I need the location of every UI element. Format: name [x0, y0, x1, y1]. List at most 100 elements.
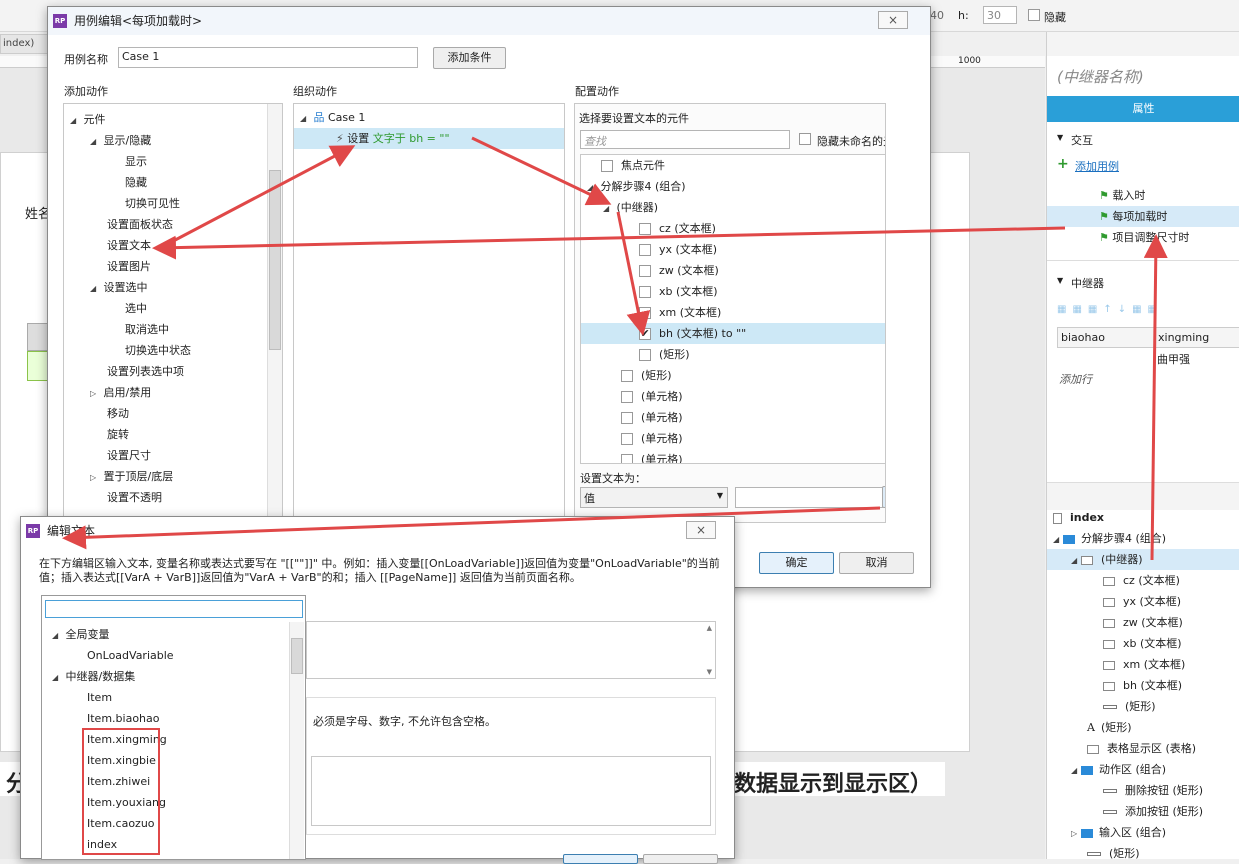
plus-icon[interactable]: + [1057, 156, 1069, 172]
case-editor-titlebar[interactable]: RP 用例编辑<每项加载时> [48, 7, 930, 35]
text-edit-area[interactable]: ▲ ▼ [306, 621, 716, 679]
widget-row[interactable]: (单元格) [621, 449, 683, 463]
action-node[interactable]: ⚡ 设置 文字于 bh = "" [294, 128, 564, 149]
outline-item[interactable]: A (矩形) [1047, 717, 1239, 738]
collapse-icon[interactable]: ▼ [1057, 133, 1063, 142]
widget-row[interactable]: cz (文本框) [639, 218, 716, 239]
tree-node[interactable]: 取消选中 [125, 319, 169, 340]
tree-node[interactable]: 设置不透明 [107, 487, 162, 508]
variable-node[interactable]: OnLoadVariable [87, 645, 174, 666]
edit-text-titlebar[interactable]: RP 编辑文本 [21, 517, 734, 545]
outline-item[interactable]: 表格显示区 (表格) [1047, 738, 1239, 759]
variable-node[interactable]: ◢ 全局变量 [52, 624, 110, 645]
tree-node[interactable]: 切换可见性 [125, 193, 180, 214]
ok-button[interactable] [563, 854, 638, 864]
case-name-input[interactable]: Case 1 [118, 47, 418, 68]
widget-row[interactable]: (单元格) [621, 386, 683, 407]
tree-node[interactable]: 设置尺寸 [107, 445, 151, 466]
col-biaohao[interactable]: biaohao [1061, 331, 1105, 344]
cancel-button[interactable] [643, 854, 718, 864]
tree-node[interactable]: 选中 [125, 298, 147, 319]
scroll-thumb[interactable] [269, 170, 281, 350]
variable-node[interactable]: ◢ 中继器/数据集 [52, 666, 135, 687]
case-node[interactable]: ◢ 品 Case 1 [300, 107, 365, 128]
widget-row[interactable]: (矩形) [639, 344, 690, 365]
set-text-type-select[interactable]: 值 ▼ [580, 487, 728, 508]
tree-node[interactable]: ◢ 设置选中 [90, 277, 148, 298]
add-row[interactable]: 添加行 [1059, 371, 1092, 387]
hide-checkbox[interactable] [1028, 9, 1040, 21]
outline-item[interactable]: yx (文本框) [1047, 591, 1239, 612]
outline-item[interactable]: ◢ 分解步骤4 (组合) [1047, 528, 1239, 549]
add-condition-button[interactable]: 添加条件 [433, 47, 506, 69]
variable-node[interactable]: Item [87, 687, 112, 708]
tree-node[interactable]: 移动 [107, 403, 129, 424]
widget-search-input[interactable]: 查找 [580, 130, 790, 149]
tree-node[interactable]: 设置图片 [107, 256, 151, 277]
tree-node[interactable]: ◢ 元件 [70, 109, 106, 130]
checkbox [639, 244, 651, 256]
document-tab[interactable]: index) [0, 34, 48, 54]
tree-node[interactable]: 旋转 [107, 424, 129, 445]
widget-row[interactable]: xm (文本框) [639, 302, 721, 323]
tree-node[interactable]: 隐藏 [125, 172, 147, 193]
set-text-value-input[interactable] [735, 487, 883, 508]
variable-list[interactable] [311, 756, 711, 826]
outline-item[interactable]: ▷ 输入区 (组合) [1047, 822, 1239, 843]
tree-node[interactable]: 显示 [125, 151, 147, 172]
widget-row[interactable]: ◢ 分解步骤4 (组合) [587, 176, 686, 197]
dataset-toolbar[interactable]: ▦▦▦↑↓▦▦ [1057, 304, 1237, 318]
event-onload[interactable]: ⚑ 载入时 [1047, 185, 1239, 206]
widget-row[interactable]: (矩形) [621, 365, 672, 386]
tree-node[interactable]: ▷ 启用/禁用 [90, 382, 151, 403]
outline-item[interactable]: (矩形) [1047, 843, 1239, 864]
outline-item[interactable]: 删除按钮 (矩形) [1047, 780, 1239, 801]
scroll-thumb[interactable] [291, 638, 303, 674]
variable-node[interactable]: Item.biaohao [87, 708, 160, 729]
add-case-link[interactable]: 添加用例 [1075, 158, 1119, 174]
repeater-name[interactable]: (中继器名称) [1057, 66, 1144, 87]
height-input[interactable]: 30 [983, 6, 1017, 24]
widget-row-selected[interactable]: ✔ bh (文本框) to "" [581, 323, 885, 344]
outline-page[interactable]: index [1047, 507, 1239, 528]
fx-button[interactable]: fx [882, 486, 885, 508]
widget-row[interactable]: (单元格) [621, 407, 683, 428]
widget-row[interactable]: 焦点元件 [601, 155, 665, 176]
outline-item[interactable]: xb (文本框) [1047, 633, 1239, 654]
tree-node[interactable]: 切换选中状态 [125, 340, 191, 361]
close-icon[interactable]: × [686, 521, 716, 539]
col-xingming[interactable]: xingming [1158, 331, 1209, 344]
widget-row[interactable]: (单元格) [621, 428, 683, 449]
dataset-cell[interactable]: 曲甲强 [1157, 351, 1190, 367]
scrollbar[interactable] [267, 104, 282, 522]
select-widget-label: 选择要设置文本的元件 [579, 112, 689, 125]
widget-row[interactable]: yx (文本框) [639, 239, 717, 260]
outline-item[interactable]: zw (文本框) [1047, 612, 1239, 633]
variable-search-input[interactable] [45, 600, 303, 618]
widget-row[interactable]: xb (文本框) [639, 281, 718, 302]
tab-properties[interactable]: 属性 [1047, 96, 1239, 122]
tree-node[interactable]: 设置列表选中项 [107, 361, 184, 382]
event-onitemload[interactable]: ⚑ 每项加载时 [1047, 206, 1239, 227]
outline-item[interactable]: bh (文本框) [1047, 675, 1239, 696]
outline-item[interactable]: cz (文本框) [1047, 570, 1239, 591]
scrollbar[interactable] [289, 622, 304, 859]
insert-variable-popup: ◢ 全局变量 OnLoadVariable ◢ 中继器/数据集 Item Ite… [41, 595, 306, 860]
outline-item[interactable]: ◢ 动作区 (组合) [1047, 759, 1239, 780]
outline-item[interactable]: (矩形) [1047, 696, 1239, 717]
outline-item[interactable]: xm (文本框) [1047, 654, 1239, 675]
tree-node-set-text[interactable]: 设置文本 [107, 235, 151, 256]
tree-node[interactable]: ◢ 显示/隐藏 [90, 130, 151, 151]
ok-button[interactable]: 确定 [759, 552, 834, 574]
outline-item[interactable]: ◢ (中继器) [1047, 549, 1239, 570]
close-icon[interactable]: × [878, 11, 908, 29]
tree-node[interactable]: 设置面板状态 [107, 214, 173, 235]
hide-unnamed-checkbox[interactable] [799, 133, 811, 145]
collapse-icon[interactable]: ▼ [1057, 276, 1063, 285]
widget-row[interactable]: ◢ (中继器) [603, 197, 658, 218]
outline-item[interactable]: 添加按钮 (矩形) [1047, 801, 1239, 822]
widget-row[interactable]: zw (文本框) [639, 260, 719, 281]
cancel-button[interactable]: 取消 [839, 552, 914, 574]
event-onresize[interactable]: ⚑ 项目调整尺寸时 [1047, 227, 1239, 248]
tree-node[interactable]: ▷ 置于顶层/底层 [90, 466, 173, 487]
